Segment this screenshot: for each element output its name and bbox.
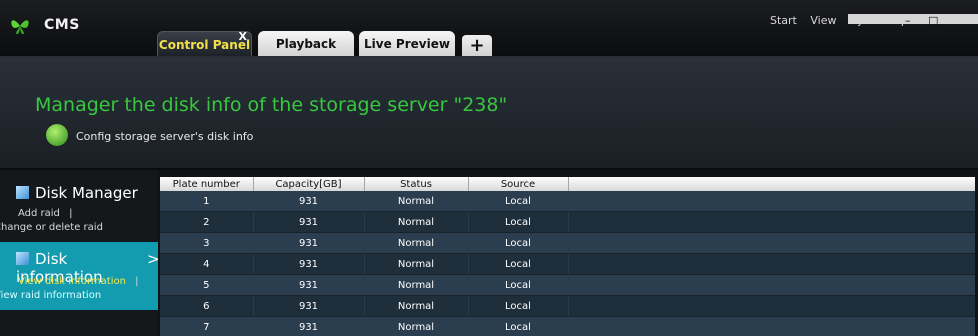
- cell-capacity: 931: [253, 295, 365, 317]
- column-header-status[interactable]: Status: [364, 177, 469, 191]
- cell-source: Local: [468, 191, 569, 212]
- cell-plate-number: 4: [160, 253, 254, 275]
- link-label: Add raid: [18, 208, 60, 219]
- disk-table: Plate number Capacity[GB] Status Source …: [160, 177, 975, 336]
- page-subtitle: Config storage server's disk info: [76, 130, 254, 143]
- cell-capacity: 931: [253, 253, 365, 275]
- cell-capacity: 931: [253, 274, 365, 296]
- cell-empty: [568, 232, 975, 254]
- menu-start[interactable]: Start: [770, 14, 797, 27]
- cell-source: Local: [468, 253, 569, 275]
- cell-capacity: 931: [253, 211, 365, 233]
- butterfly-logo-icon: [11, 20, 29, 35]
- cell-status: Normal: [364, 274, 469, 296]
- page-title: Manager the disk info of the storage ser…: [35, 94, 508, 116]
- cell-empty: [568, 253, 975, 275]
- config-disk-icon[interactable]: [46, 124, 68, 146]
- link-label: View disk information: [18, 276, 126, 287]
- table-row[interactable]: 3 931 Normal Local: [160, 232, 975, 254]
- sidebar-item-disk-manager[interactable]: Disk Manager: [16, 184, 138, 202]
- cell-status: Normal: [364, 295, 469, 317]
- link-separator: |: [69, 208, 73, 219]
- sidebar-item-label: Disk Manager: [35, 184, 138, 202]
- cell-status: Normal: [364, 211, 469, 233]
- table-header-row: Plate number Capacity[GB] Status Source: [160, 177, 975, 191]
- table-row[interactable]: 4 931 Normal Local: [160, 253, 975, 275]
- table-row[interactable]: 2 931 Normal Local: [160, 211, 975, 233]
- cell-empty: [568, 191, 975, 212]
- column-header-source[interactable]: Source: [468, 177, 569, 191]
- tab-playback[interactable]: Playback: [258, 31, 354, 57]
- cell-empty: [568, 316, 975, 336]
- chevron-right-icon: >: [147, 250, 160, 268]
- tab-label: Control Panel: [158, 38, 251, 52]
- close-tab-icon[interactable]: X: [239, 24, 247, 50]
- tab-label: Playback: [275, 37, 337, 51]
- cell-capacity: 931: [253, 232, 365, 254]
- sidebar: Disk Manager Add raid | Change or delete…: [0, 170, 160, 336]
- cell-source: Local: [468, 316, 569, 336]
- cell-status: Normal: [364, 191, 469, 212]
- cell-plate-number: 6: [160, 295, 254, 317]
- column-header-capacity[interactable]: Capacity[GB]: [253, 177, 365, 191]
- add-tab-button[interactable]: +: [462, 35, 492, 57]
- table-row[interactable]: 5 931 Normal Local: [160, 274, 975, 296]
- sidebar-item-disk-information[interactable]: Disk information > View disk information…: [0, 242, 160, 310]
- disk-manager-icon: [16, 186, 29, 199]
- minimize-icon[interactable]: –: [905, 14, 911, 27]
- sidebar-link-view-disk-info[interactable]: View disk information |: [18, 276, 139, 287]
- tab-control-panel[interactable]: Control Panel X: [157, 30, 252, 57]
- cell-status: Normal: [364, 316, 469, 336]
- maximize-icon[interactable]: □: [928, 14, 938, 27]
- window-controls: – □: [905, 14, 938, 27]
- tab-live-preview[interactable]: Live Preview: [359, 31, 455, 57]
- cell-source: Local: [468, 211, 569, 233]
- cell-status: Normal: [364, 253, 469, 275]
- cell-source: Local: [468, 232, 569, 254]
- top-bar: CMS Control Panel X Playback Live Previe…: [0, 0, 978, 57]
- cell-plate-number: 7: [160, 316, 254, 336]
- table-row[interactable]: 6 931 Normal Local: [160, 295, 975, 317]
- cell-plate-number: 1: [160, 191, 254, 212]
- cell-plate-number: 3: [160, 232, 254, 254]
- page-header: Manager the disk info of the storage ser…: [0, 58, 978, 168]
- table-row[interactable]: 1 931 Normal Local: [160, 191, 975, 212]
- cell-empty: [568, 211, 975, 233]
- sidebar-link-view-raid-info[interactable]: View raid information: [0, 290, 101, 301]
- sidebar-link-change-delete-raid[interactable]: Change or delete raid: [0, 222, 103, 233]
- sidebar-link-add-raid[interactable]: Add raid |: [18, 208, 72, 219]
- column-header-empty: [568, 177, 975, 191]
- tab-label: Live Preview: [364, 37, 450, 51]
- cell-plate-number: 5: [160, 274, 254, 296]
- table-row[interactable]: 7 931 Normal Local: [160, 316, 975, 336]
- cell-source: Local: [468, 274, 569, 296]
- app-title: CMS: [44, 17, 80, 33]
- cell-status: Normal: [364, 232, 469, 254]
- column-header-plate-number[interactable]: Plate number: [160, 177, 254, 191]
- cell-source: Local: [468, 295, 569, 317]
- link-separator: |: [135, 276, 139, 287]
- cell-empty: [568, 295, 975, 317]
- menu-view[interactable]: View: [810, 14, 836, 27]
- cell-capacity: 931: [253, 316, 365, 336]
- cell-capacity: 931: [253, 191, 365, 212]
- disk-info-icon: [16, 252, 29, 265]
- cell-empty: [568, 274, 975, 296]
- cell-plate-number: 2: [160, 211, 254, 233]
